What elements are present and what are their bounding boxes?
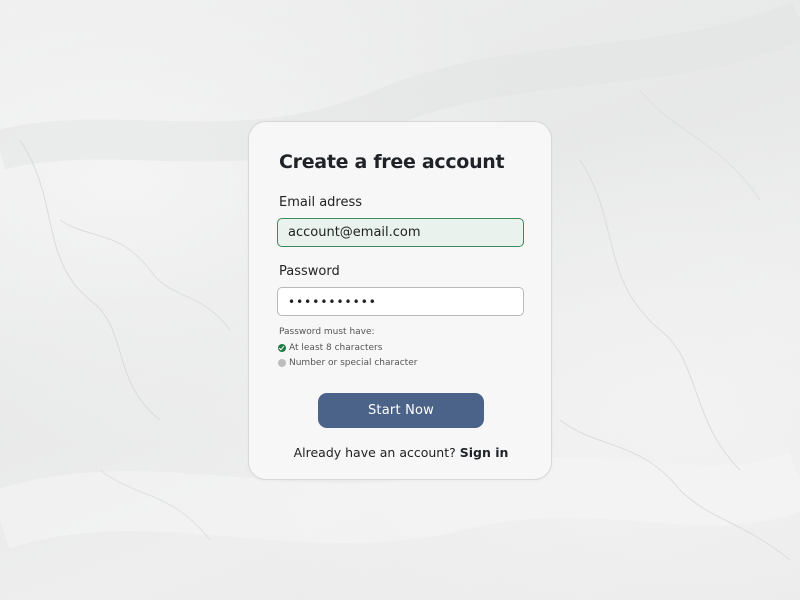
check-circle-icon: [278, 344, 286, 352]
signin-link[interactable]: Sign in: [460, 445, 509, 460]
start-now-button[interactable]: Start Now: [318, 393, 484, 428]
password-requirements-heading: Password must have:: [279, 327, 375, 337]
signup-card: Create a free account Email adress Passw…: [248, 121, 552, 480]
signin-prompt: Already have an account? Sign in: [249, 445, 553, 460]
form-title: Create a free account: [279, 151, 505, 173]
password-input[interactable]: [277, 287, 524, 316]
email-input[interactable]: [277, 218, 524, 247]
requirement-item: Number or special character: [278, 358, 417, 368]
signin-prompt-text: Already have an account?: [293, 445, 456, 460]
password-label: Password: [279, 264, 340, 279]
requirement-item: At least 8 characters: [278, 343, 382, 353]
requirement-text: At least 8 characters: [289, 343, 383, 353]
email-label: Email adress: [279, 195, 363, 210]
pending-circle-icon: [278, 359, 286, 367]
requirement-text: Number or special character: [289, 358, 418, 368]
